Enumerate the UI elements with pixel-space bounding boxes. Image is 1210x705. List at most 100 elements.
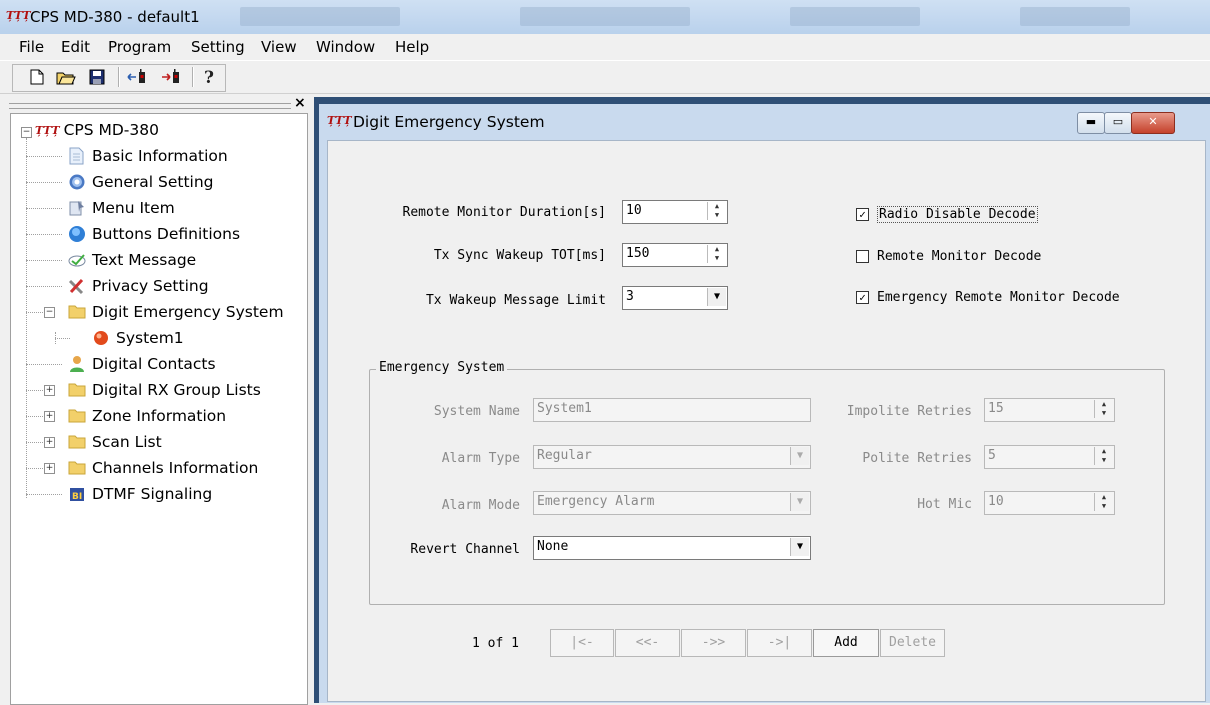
spinner-arrows[interactable]: ▲ ▼ (707, 202, 726, 220)
menu-file[interactable]: File (19, 38, 44, 56)
remote-monitor-duration-spinner[interactable]: 10 ▲ ▼ (622, 200, 728, 224)
expand-toggle[interactable]: + (44, 385, 55, 396)
expand-toggle[interactable]: + (44, 411, 55, 422)
tx-sync-wakeup-tot-spinner[interactable]: 150 ▲ ▼ (622, 243, 728, 267)
read-radio-icon[interactable] (127, 66, 149, 88)
tree-item-digital-rx-group-lists[interactable]: Digital RX Group Lists (68, 379, 261, 401)
tx-sync-wakeup-tot-label: Tx Sync Wakeup TOT[ms] (433, 248, 606, 263)
menu-window[interactable]: Window (316, 38, 375, 56)
message-icon (68, 251, 86, 269)
title-bar: ȚȚȚ CPS MD-380 - default1 (0, 0, 1210, 34)
maximize-button[interactable]: ▭ (1104, 112, 1132, 134)
dropdown-arrow-icon[interactable]: ▼ (790, 538, 809, 556)
tools-icon (68, 277, 86, 295)
tree-item-buttons-definitions[interactable]: Buttons Definitions (68, 223, 240, 245)
toolbar: ? (0, 60, 1210, 94)
minimize-button[interactable]: ▬ (1077, 112, 1105, 134)
expand-toggle[interactable]: + (44, 463, 55, 474)
alarm-type-label: Alarm Type (441, 451, 520, 466)
revert-channel-label: Revert Channel (410, 542, 520, 557)
tree-item-scan-list[interactable]: Scan List (68, 431, 162, 453)
background-tab (240, 7, 400, 26)
expand-toggle[interactable]: + (44, 437, 55, 448)
next-record-button[interactable]: ->> (681, 629, 746, 657)
tree-item-digit-emergency-system[interactable]: Digit Emergency System (68, 301, 284, 323)
dropdown-arrow-icon[interactable]: ▼ (790, 493, 809, 511)
menu-help[interactable]: Help (395, 38, 429, 56)
emergency-remote-monitor-decode-checkbox[interactable]: ✓ Emergency Remote Monitor Decode (856, 290, 1120, 305)
folder-icon (68, 407, 86, 425)
help-icon[interactable]: ? (198, 66, 220, 88)
tree-item-zone-information[interactable]: Zone Information (68, 405, 226, 427)
tree-root[interactable]: ȚȚȚ CPS MD-380 (35, 119, 159, 141)
app-logo-icon: ȚȚȚ (35, 123, 60, 137)
dropdown-arrow-icon[interactable]: ▼ (707, 288, 726, 306)
gear-icon (68, 173, 86, 191)
write-radio-icon[interactable] (161, 66, 183, 88)
radio-disable-decode-checkbox[interactable]: ✓ Radio Disable Decode (856, 206, 1038, 223)
remote-monitor-duration-label: Remote Monitor Duration[s] (402, 205, 607, 220)
folder-icon (68, 433, 86, 451)
previous-record-button[interactable]: <<- (615, 629, 680, 657)
last-record-button[interactable]: ->| (747, 629, 812, 657)
new-icon[interactable] (26, 66, 48, 88)
tree-item-text-message[interactable]: Text Message (68, 249, 196, 271)
page-indicator: 1 of 1 (472, 636, 519, 651)
document-icon (68, 147, 86, 165)
spinner-arrows[interactable]: ▲ ▼ (1094, 447, 1113, 465)
group-title: Emergency System (376, 360, 508, 375)
tree-item-general-setting[interactable]: General Setting (68, 171, 214, 193)
collapse-toggle[interactable]: − (21, 127, 32, 138)
delete-button[interactable]: Delete (880, 629, 945, 657)
menu-bar: File Edit Program Setting View Window He… (0, 35, 1210, 59)
tree-item-basic-information[interactable]: Basic Information (68, 145, 228, 167)
impolite-retries-label: Impolite Retries (846, 404, 972, 419)
menu-setting[interactable]: Setting (191, 38, 245, 56)
panel-close-icon[interactable]: × (294, 95, 306, 111)
tree-item-digital-contacts[interactable]: Digital Contacts (68, 353, 216, 375)
tree-item-dtmf-signaling[interactable]: BI DTMF Signaling (68, 483, 212, 505)
tree-item-privacy-setting[interactable]: Privacy Setting (68, 275, 209, 297)
navigation-panel: × − ȚȚȚ CPS MD-380 Basic Information Gen… (0, 95, 308, 705)
close-button[interactable]: ✕ (1131, 112, 1175, 134)
panel-grip[interactable] (9, 103, 291, 109)
alarm-icon (92, 329, 110, 347)
tx-wakeup-message-limit-label: Tx Wakeup Message Limit (425, 293, 606, 308)
tree-item-system1[interactable]: System1 (92, 327, 184, 349)
window-logo: ȚȚȚ (327, 114, 352, 127)
system-name-label: System Name (433, 404, 520, 419)
menu-program[interactable]: Program (108, 38, 171, 56)
menu-edit[interactable]: Edit (61, 38, 90, 56)
spinner-arrows[interactable]: ▲ ▼ (707, 245, 726, 263)
checkbox-unchecked[interactable] (856, 250, 869, 263)
alarm-type-select[interactable]: Regular ▼ (533, 445, 811, 469)
tree-item-menu-item[interactable]: Menu Item (68, 197, 175, 219)
dropdown-arrow-icon[interactable]: ▼ (790, 447, 809, 465)
hot-mic-spinner[interactable]: 10 ▲ ▼ (984, 491, 1115, 515)
polite-retries-label: Polite Retries (862, 451, 972, 466)
add-button[interactable]: Add (813, 629, 879, 657)
spinner-arrows[interactable]: ▲ ▼ (1094, 493, 1113, 511)
button-icon (68, 225, 86, 243)
remote-monitor-decode-checkbox[interactable]: Remote Monitor Decode (856, 249, 1041, 264)
revert-channel-select[interactable]: None ▼ (533, 536, 811, 560)
folder-icon (68, 459, 86, 477)
menu-view[interactable]: View (261, 38, 297, 56)
tree-item-channels-information[interactable]: Channels Information (68, 457, 258, 479)
collapse-toggle[interactable]: − (44, 307, 55, 318)
impolite-retries-spinner[interactable]: 15 ▲ ▼ (984, 398, 1115, 422)
first-record-button[interactable]: |<- (550, 629, 614, 657)
checkbox-checked[interactable]: ✓ (856, 291, 869, 304)
checkbox-checked[interactable]: ✓ (856, 208, 869, 221)
save-icon[interactable] (86, 66, 108, 88)
polite-retries-spinner[interactable]: 5 ▲ ▼ (984, 445, 1115, 469)
spinner-arrows[interactable]: ▲ ▼ (1094, 400, 1113, 418)
alarm-mode-select[interactable]: Emergency Alarm ▼ (533, 491, 811, 515)
svg-text:?: ? (204, 68, 214, 86)
window-title: Digit Emergency System (353, 113, 545, 131)
open-icon[interactable] (55, 66, 77, 88)
system-name-input[interactable]: System1 (533, 398, 811, 422)
tx-wakeup-message-limit-select[interactable]: 3 ▼ (622, 286, 728, 310)
svg-text:BI: BI (72, 492, 82, 502)
folder-icon (68, 303, 86, 321)
